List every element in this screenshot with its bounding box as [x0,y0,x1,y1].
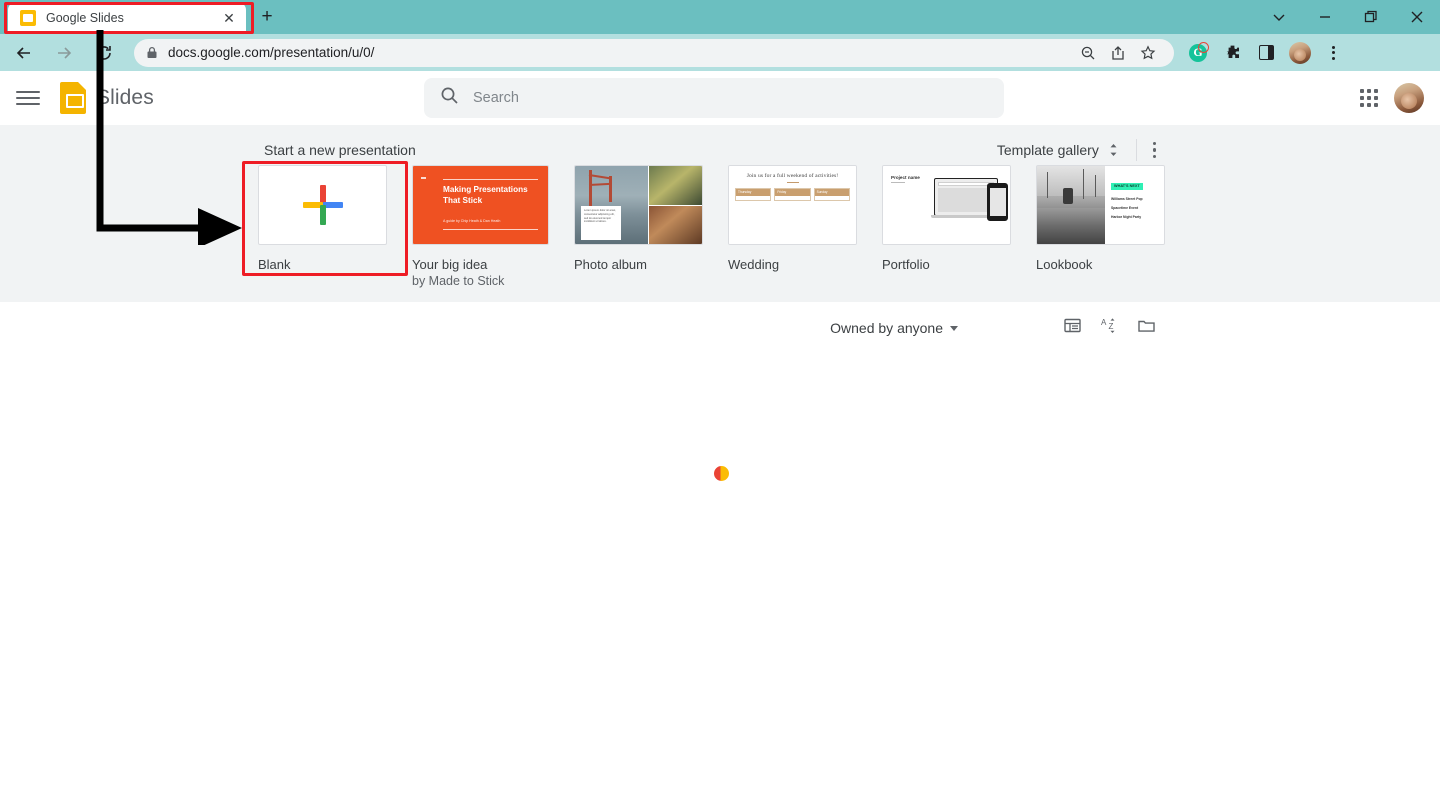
wedding-column-header: Thursday [736,189,771,196]
tab-title: Google Slides [46,11,124,25]
template-card-blank[interactable]: Blank [258,165,387,288]
template-thumb-photo-album[interactable]: Lorem ipsum dolor sit amet, consectetur … [574,165,703,245]
svg-text:Z: Z [1109,322,1114,331]
main-menu-icon[interactable] [16,86,40,110]
wedding-column: Thursday [735,188,772,201]
browser-toolbar: docs.google.com/presentation/u/0/ G [0,34,1440,71]
template-card-list: Blank Making Presentations That Stick A … [258,165,1165,288]
template-label: Wedding [728,257,780,272]
browser-profile-avatar[interactable] [1286,39,1314,67]
file-picker-folder-icon[interactable] [1137,316,1156,340]
slides-favicon-icon [20,10,36,26]
zoom-out-icon[interactable] [1074,39,1102,67]
template-headline: Making Presentations That Stick [443,185,528,205]
template-label: Blank [258,257,291,272]
template-card-photo-album[interactable]: Lorem ipsum dolor sit amet, consectetur … [574,165,703,288]
close-window-icon[interactable] [1394,0,1440,34]
bridge-photo: Lorem ipsum dolor sit amet, consectetur … [575,166,648,244]
app-header-right [1360,78,1424,118]
template-thumb-portfolio[interactable]: Project name [882,165,1011,245]
wedding-column: Friday [774,188,811,201]
wedding-column-header: Sunday [814,189,849,196]
list-view-icon[interactable] [1063,316,1082,340]
chevron-down-icon [950,325,958,331]
band-actions: Template gallery [997,139,1156,161]
product-name[interactable]: Slides [96,86,154,110]
template-label: Lookbook [1036,257,1093,272]
browser-titlebar: Google Slides ✕ + [0,0,1440,34]
lookbook-item: Spacetime Event [1111,206,1139,210]
chrome-menu-icon[interactable] [1320,40,1346,66]
band-heading: Start a new presentation [264,142,416,158]
phone-mockup [987,183,1008,221]
loading-spinner [714,466,729,481]
lock-icon [146,46,158,59]
sort-az-icon[interactable]: A Z [1100,316,1119,340]
template-thumb-blank[interactable] [258,165,387,245]
template-thumb-wedding[interactable]: Join us for a full weekend of activities… [728,165,857,245]
plus-icon [301,183,345,227]
wedding-column-header: Friday [775,189,810,196]
google-account-avatar[interactable] [1394,83,1424,113]
grammarly-extension-icon[interactable]: G [1184,39,1212,67]
template-card-portfolio[interactable]: Project name Portfolio [882,165,1011,288]
divider [1135,139,1137,161]
file-list-toolbar: Owned by anyone A Z [0,302,1440,354]
share-icon[interactable] [1104,39,1132,67]
address-bar[interactable]: docs.google.com/presentation/u/0/ [134,38,1174,67]
extensions-puzzle-icon[interactable] [1218,39,1246,67]
template-thumb-lookbook[interactable]: WHAT'S NEXT Williams Street Pop Spacetim… [1036,165,1165,245]
search-input[interactable] [473,90,988,106]
more-options-icon[interactable] [1152,142,1156,158]
back-button[interactable] [8,37,40,69]
bookmark-star-icon[interactable] [1134,39,1162,67]
restore-window-icon[interactable] [1348,0,1394,34]
reload-button[interactable] [88,37,120,69]
google-slides-logo-icon[interactable] [60,82,86,114]
template-byline: A guide by Chip Heath & Dan Heath [443,218,501,223]
browser-window: Google Slides ✕ + docs.google.com/presen… [0,0,1440,812]
lookbook-tag: WHAT'S NEXT [1111,182,1143,190]
search-bar[interactable] [424,78,1004,118]
google-apps-icon[interactable] [1360,89,1378,107]
template-label: Your big idea [412,257,488,272]
close-tab-icon[interactable]: ✕ [220,9,238,27]
svg-text:A: A [1101,318,1107,327]
skate-photo [1037,166,1105,244]
new-tab-button[interactable]: + [256,5,278,27]
tab-search-chevron-icon[interactable] [1256,0,1302,34]
browser-tab-google-slides[interactable]: Google Slides ✕ [8,2,246,34]
file-list-view-controls: A Z [1063,316,1156,340]
side-photos [648,166,702,244]
template-label: Portfolio [882,257,930,272]
template-card-wedding[interactable]: Join us for a full weekend of activities… [728,165,857,288]
wedding-column: Sunday [813,188,850,201]
lookbook-item: Williams Street Pop [1111,197,1143,201]
browser-toolbar-right: G [1184,39,1356,67]
lookbook-item: Harbor Night Party [1111,215,1142,219]
search-icon [440,86,459,110]
owner-filter-label: Owned by anyone [830,320,943,336]
owner-filter-dropdown[interactable]: Owned by anyone [830,320,958,336]
minimize-icon[interactable] [1302,0,1348,34]
wedding-title: Join us for a full weekend of activities… [746,173,839,179]
new-presentation-band: Start a new presentation Template galler… [0,125,1440,302]
expand-collapse-icon[interactable] [1107,142,1120,158]
window-controls [1256,0,1440,34]
address-bar-url: docs.google.com/presentation/u/0/ [168,45,375,60]
template-gallery-link[interactable]: Template gallery [997,142,1099,158]
forward-button[interactable] [48,37,80,69]
tab-strip: Google Slides ✕ + [0,0,278,34]
side-panel-icon[interactable] [1252,39,1280,67]
template-card-your-big-idea[interactable]: Making Presentations That Stick A guide … [412,165,549,288]
template-label: Photo album [574,257,647,272]
omnibox-actions [1074,39,1162,67]
photo-caption: Lorem ipsum dolor sit amet, consectetur … [581,206,621,240]
template-sublabel: by Made to Stick [412,274,505,289]
template-thumb-your-big-idea[interactable]: Making Presentations That Stick A guide … [412,165,549,245]
band-header: Start a new presentation Template galler… [264,139,1156,161]
template-card-lookbook[interactable]: WHAT'S NEXT Williams Street Pop Spacetim… [1036,165,1165,288]
